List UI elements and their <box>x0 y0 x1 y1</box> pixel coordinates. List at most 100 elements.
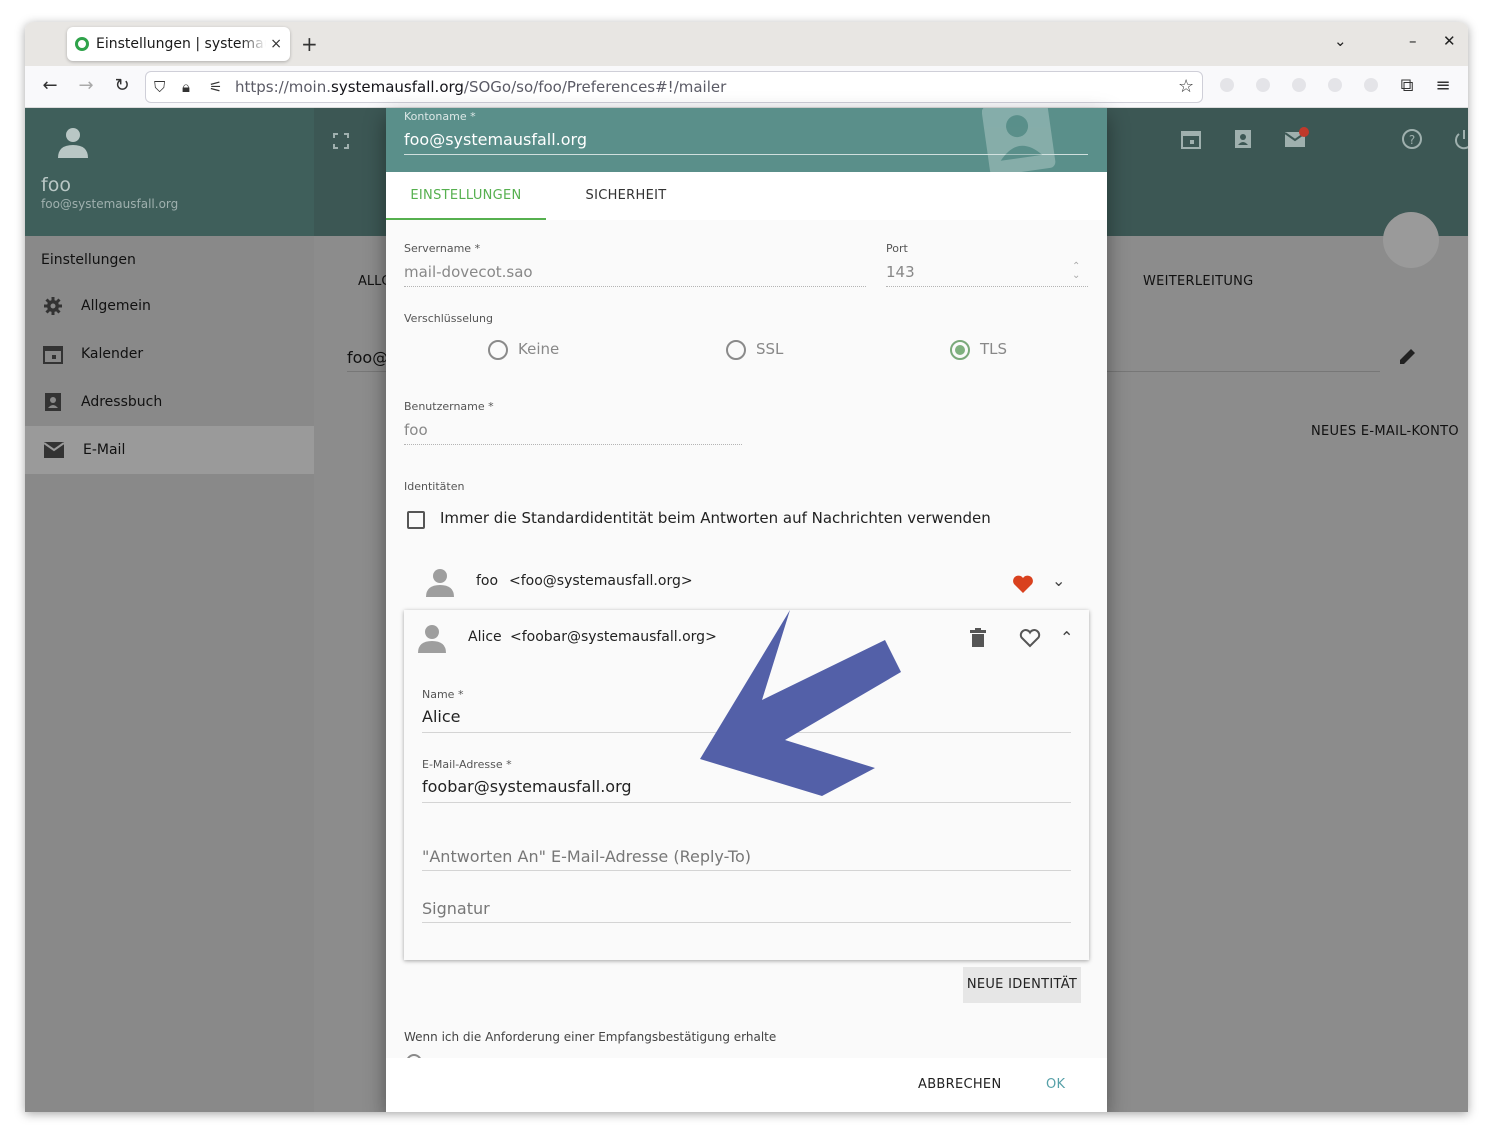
tab-strip: Einstellungen | systemausfall × + ⌄ – ✕ <box>25 22 1468 66</box>
site-favicon-icon <box>75 37 89 51</box>
account-name-input[interactable]: foo@systemausfall.org <box>404 130 587 149</box>
browser-tab[interactable]: Einstellungen | systemausfall × <box>67 27 290 61</box>
fullscreen-icon[interactable] <box>333 133 349 149</box>
signature-input[interactable]: Signatur <box>422 899 490 918</box>
encryption-label: Verschlüsselung <box>404 312 493 325</box>
user-avatar-icon <box>58 128 88 158</box>
delete-trash-icon[interactable] <box>970 628 986 648</box>
extension-icon[interactable] <box>1256 78 1270 92</box>
new-identity-button[interactable]: NEUE IDENTITÄT <box>963 967 1081 1003</box>
tab-forwarding[interactable]: WEITERLEITUNG <box>1143 274 1254 289</box>
sidebar-item-addressbook[interactable]: Adressbuch <box>25 378 314 426</box>
calendar-icon <box>43 346 63 364</box>
active-tab-indicator <box>386 218 546 220</box>
new-tab-button[interactable]: + <box>301 32 318 56</box>
lock-icon[interactable]: 🔒︎ <box>182 78 190 96</box>
extension-icon[interactable] <box>1292 78 1306 92</box>
user-email: foo@systemausfall.org <box>41 197 179 211</box>
sidebar-item-email[interactable]: E-Mail <box>25 426 314 474</box>
shield-icon[interactable]: ⛉ <box>154 78 165 96</box>
identity-name[interactable]: foo <box>476 573 498 589</box>
always-default-identity-checkbox[interactable] <box>407 511 425 529</box>
extension-icon[interactable] <box>1328 78 1342 92</box>
identity-email[interactable]: <foobar@systemausfall.org> <box>510 629 717 645</box>
identity-name[interactable]: Alice <box>468 629 502 645</box>
preferences-sidebar: Einstellungen Allgemein Kalender Adressb… <box>25 236 314 1112</box>
replyto-input[interactable]: "Antworten An" E-Mail-Adresse (Reply-To) <box>422 847 751 866</box>
url-scheme: https://moin. <box>235 78 331 96</box>
bookmark-star-icon[interactable]: ☆ <box>1178 76 1194 97</box>
save-button[interactable] <box>1383 212 1439 268</box>
extensions-puzzle-icon[interactable]: ⧉ <box>1395 75 1419 96</box>
extension-icon[interactable] <box>1364 78 1378 92</box>
identity-email-label: E-Mail-Adresse * <box>422 758 512 771</box>
identity-name-input[interactable]: Alice <box>422 707 460 726</box>
sidebar-item-general[interactable]: Allgemein <box>25 282 314 330</box>
tab-close-icon[interactable]: × <box>270 36 282 52</box>
sidebar-item-label: Allgemein <box>81 298 151 314</box>
account-list-item-partial[interactable]: foo@ <box>347 348 388 367</box>
help-icon[interactable]: ? <box>1401 128 1423 150</box>
sidebar-item-label: Adressbuch <box>81 394 163 410</box>
sidebar-header: foo foo@systemausfall.org <box>25 108 314 236</box>
default-identity-heart-icon[interactable] <box>1012 574 1034 594</box>
identity-email-input[interactable]: foobar@systemausfall.org <box>422 777 632 796</box>
cancel-button[interactable]: ABBRECHEN <box>918 1077 1001 1092</box>
new-account-button[interactable]: NEUES E-MAIL-KONTO <box>1311 424 1459 439</box>
logout-power-icon[interactable] <box>1453 128 1468 152</box>
browser-window: Einstellungen | systemausfall × + ⌄ – ✕ … <box>25 22 1468 1112</box>
url-text[interactable]: https://moin.systemausfall.org/SOGo/so/f… <box>235 78 726 96</box>
favorite-heart-outline-icon[interactable] <box>1019 628 1041 648</box>
navigation-bar: ← → ↻ ⛉ 🔒︎ ⚟ https://moin.systemausfall.… <box>25 66 1468 108</box>
identity-email[interactable]: <foo@systemausfall.org> <box>509 573 693 589</box>
sidebar-item-calendar[interactable]: Kalender <box>25 330 314 378</box>
collapse-chevron-up-icon[interactable]: ⌃ <box>1060 628 1073 647</box>
forward-icon[interactable]: → <box>74 75 98 96</box>
tab-security[interactable]: SICHERHEIT <box>546 172 706 220</box>
encryption-none-radio[interactable] <box>488 340 508 360</box>
permissions-icon[interactable]: ⚟ <box>209 78 222 96</box>
port-underline <box>886 286 1088 287</box>
username-input[interactable]: foo <box>404 421 428 439</box>
replyto-underline <box>422 870 1071 871</box>
always-default-identity-label[interactable]: Immer die Standardidentität beim Antwort… <box>440 509 991 527</box>
encryption-none-label[interactable]: Keine <box>518 340 559 358</box>
identity-avatar-icon <box>426 569 454 597</box>
mail-icon <box>43 442 65 458</box>
encryption-tls-radio[interactable] <box>950 340 970 360</box>
port-input[interactable]: 143 <box>886 263 915 281</box>
dialog-tabs: EINSTELLUNGEN SICHERHEIT <box>386 172 1107 220</box>
reload-icon[interactable]: ↻ <box>110 75 134 96</box>
port-stepper-icon[interactable]: ⌃ ⌄ <box>1072 262 1080 281</box>
identity-card: Alice <foobar@systemausfall.org> ⌃ Name … <box>404 610 1089 960</box>
encryption-tls-label[interactable]: TLS <box>980 340 1007 358</box>
servername-label: Servername * <box>404 242 481 255</box>
identity-avatar-icon <box>418 625 446 653</box>
edit-pencil-icon[interactable] <box>1398 346 1418 366</box>
svg-text:?: ? <box>1409 133 1415 147</box>
close-window-icon[interactable]: ✕ <box>1443 32 1456 50</box>
identity-email-underline <box>422 802 1071 803</box>
ok-button[interactable]: OK <box>1046 1077 1065 1092</box>
menu-hamburger-icon[interactable]: ≡ <box>1431 75 1455 96</box>
account-card-decoration-icon <box>982 108 1056 172</box>
address-bar[interactable]: ⛉ 🔒︎ ⚟ https://moin.systemausfall.org/SO… <box>145 71 1203 103</box>
back-icon[interactable]: ← <box>38 75 62 96</box>
tab-list-chevron-icon[interactable]: ⌄ <box>1334 32 1347 50</box>
tab-settings[interactable]: EINSTELLUNGEN <box>386 172 546 220</box>
servername-input[interactable]: mail-dovecot.sao <box>404 263 533 281</box>
account-name-label: Kontoname * <box>404 110 476 123</box>
minimize-icon[interactable]: – <box>1409 32 1417 50</box>
encryption-ssl-radio[interactable] <box>726 340 746 360</box>
addressbook-app-icon[interactable] <box>1232 128 1254 150</box>
identity-name-label: Name * <box>422 688 464 701</box>
receipt-request-label: Wenn ich die Anforderung einer Empfangsb… <box>404 1030 777 1044</box>
dialog-header: Kontoname * foo@systemausfall.org <box>386 108 1107 172</box>
expand-chevron-down-icon[interactable]: ⌄ <box>1052 571 1065 590</box>
encryption-ssl-label[interactable]: SSL <box>756 340 783 358</box>
calendar-app-icon[interactable] <box>1180 128 1202 150</box>
identities-label: Identitäten <box>404 480 465 493</box>
mail-app-icon[interactable] <box>1284 126 1310 150</box>
extension-icon[interactable] <box>1220 78 1234 92</box>
user-name: foo <box>41 174 71 196</box>
